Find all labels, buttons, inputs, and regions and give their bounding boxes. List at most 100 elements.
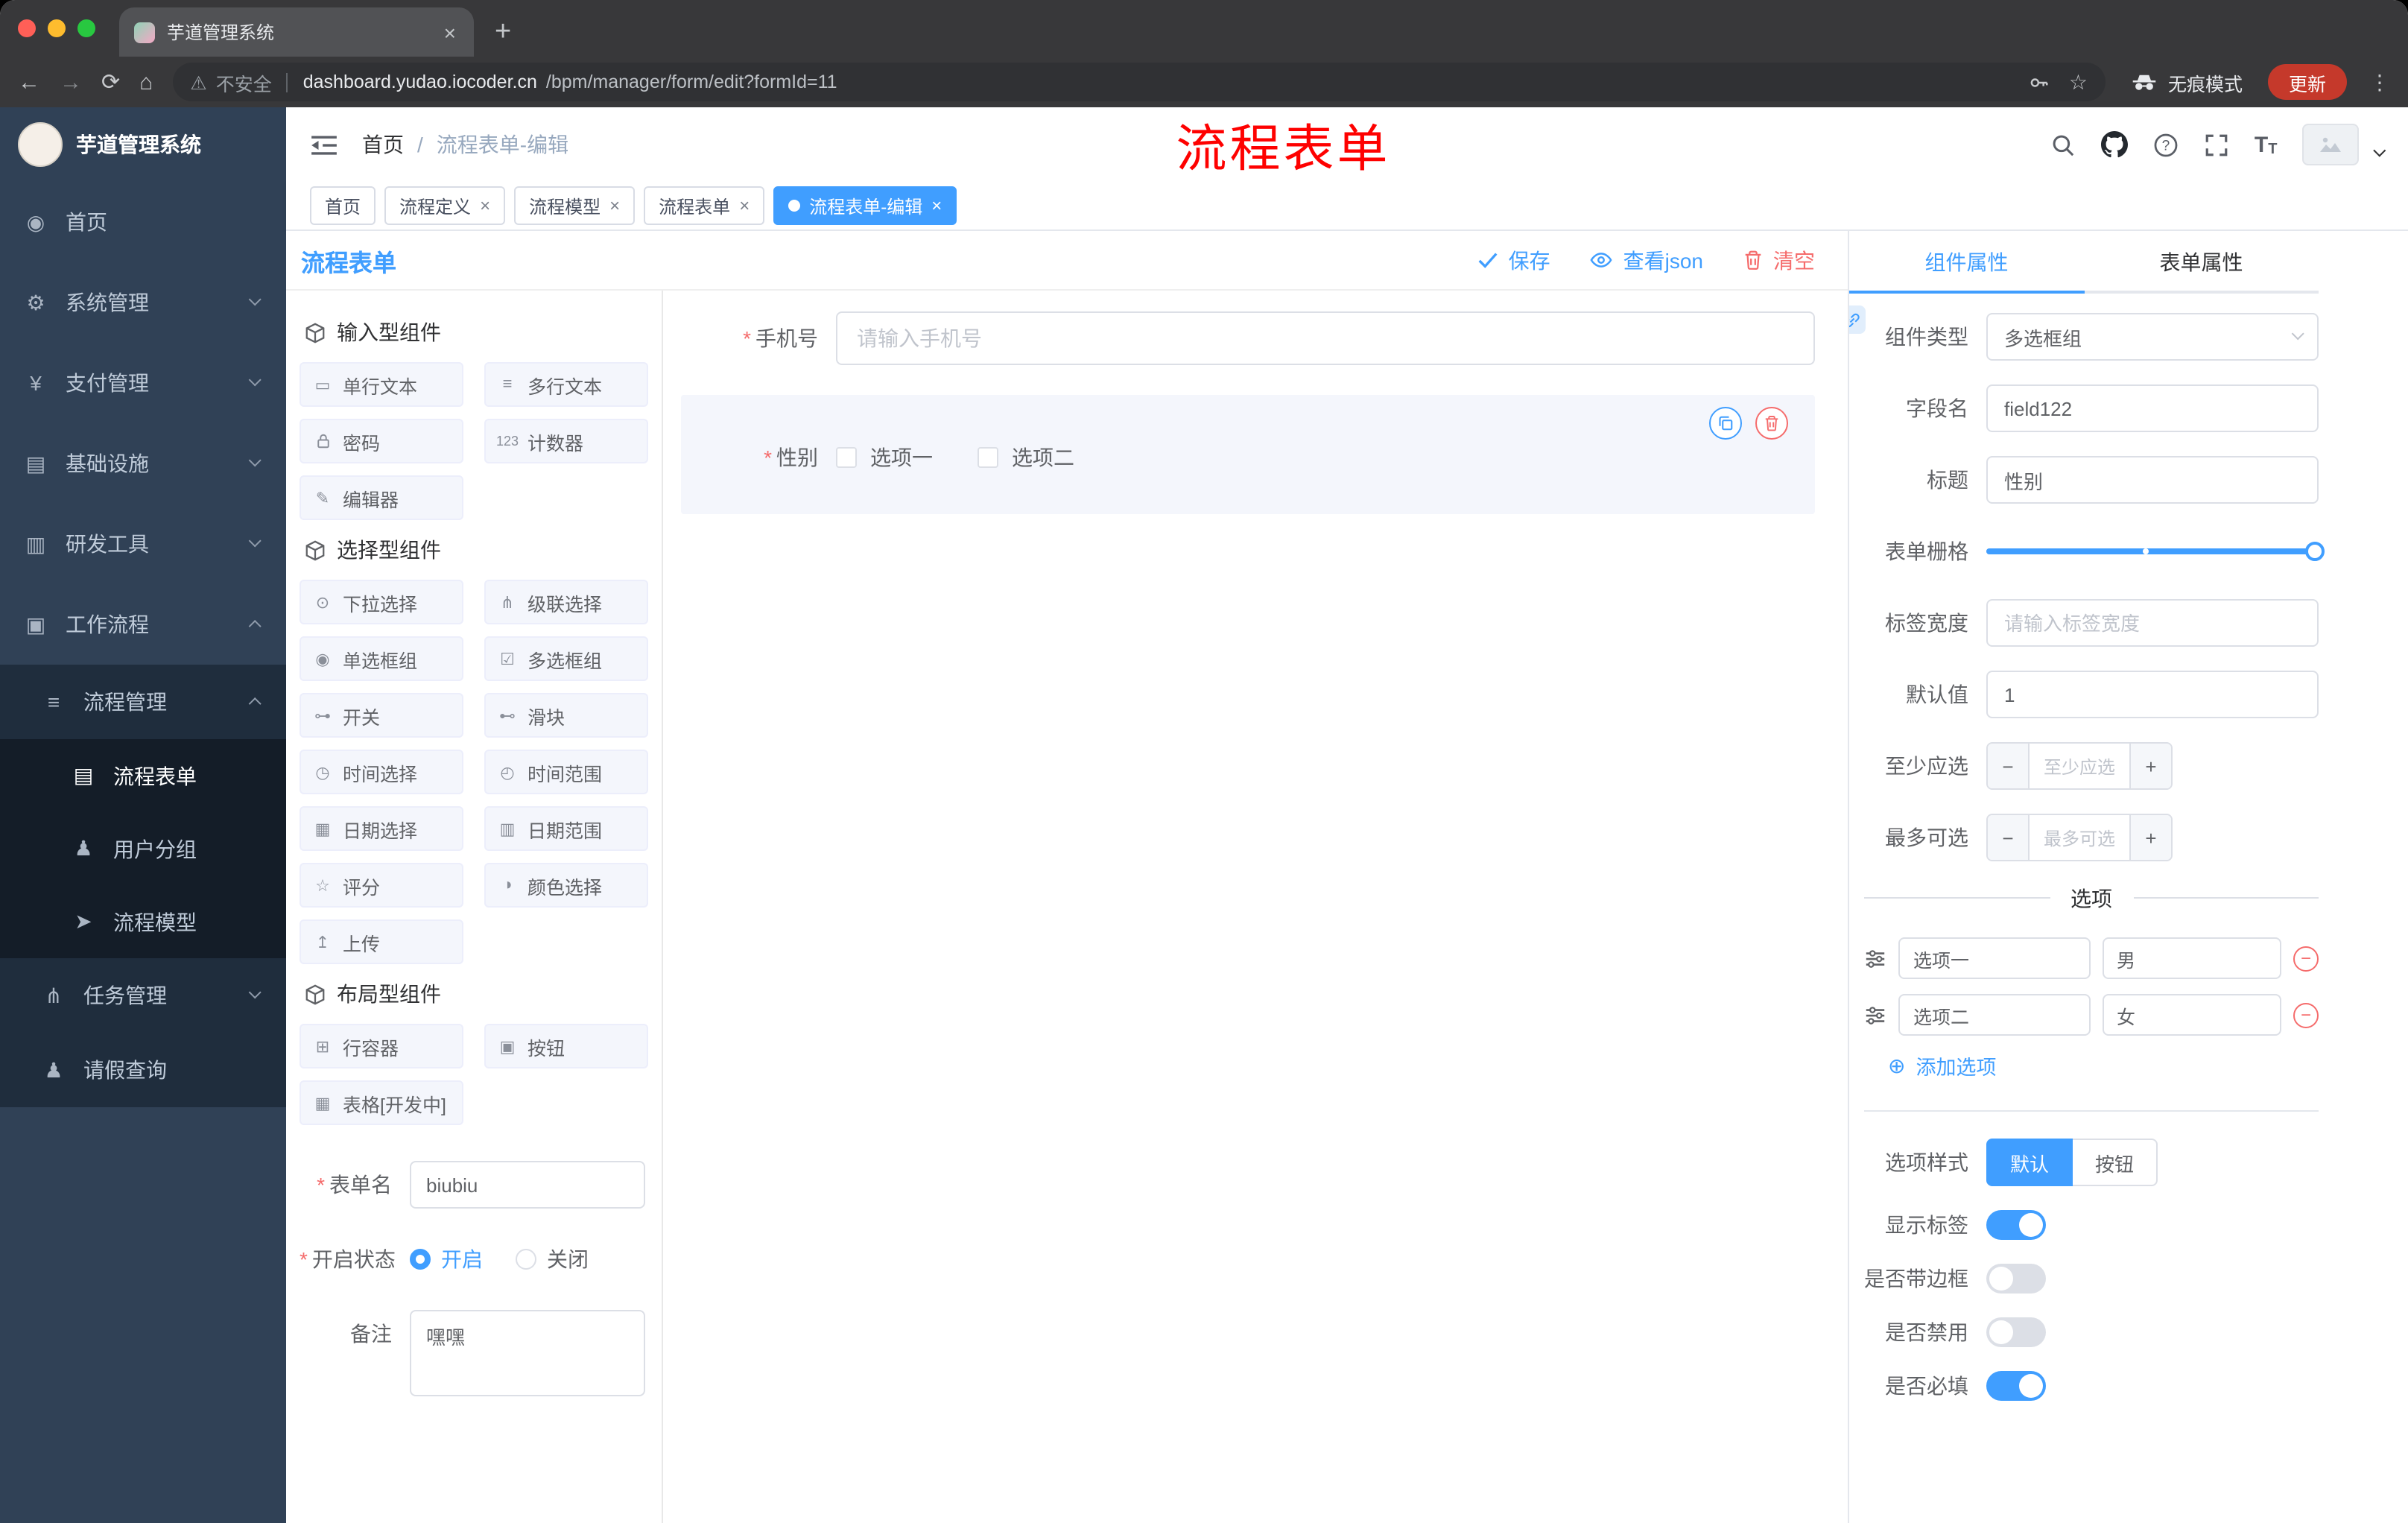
palette-item-rate[interactable]: ☆ 评分 [300,863,463,908]
palette-item-button[interactable]: ▣ 按钮 [484,1024,648,1068]
palette-item-radio-group[interactable]: ◉ 单选框组 [300,636,463,681]
sidebar-item-infra[interactable]: ▤ 基础设施 [0,423,286,504]
sidebar-item-leave-query[interactable]: ♟ 请假查询 [0,1033,286,1107]
tag-close-icon[interactable]: × [931,197,942,215]
gender-option2-checkbox[interactable]: 选项二 [978,443,1074,472]
sidebar-item-devtools[interactable]: ▥ 研发工具 [0,504,286,584]
view-json-button[interactable]: 查看json [1589,245,1703,275]
security-label[interactable]: 不安全 [216,68,272,96]
palette-item-checkbox-group[interactable]: ☑ 多选框组 [484,636,648,681]
minimize-window-button[interactable] [48,19,66,37]
gender-option1-checkbox[interactable]: 选项一 [836,443,933,472]
max-select-value[interactable]: 最多可选 [2030,815,2129,860]
palette-item-time-picker[interactable]: ◷ 时间选择 [300,750,463,794]
sidebar-item-payment[interactable]: ¥ 支付管理 [0,343,286,423]
sidebar-item-workflow[interactable]: ▣ 工作流程 [0,584,286,665]
help-icon[interactable]: ? [2153,132,2179,157]
sidebar-item-system[interactable]: ⚙ 系统管理 [0,262,286,343]
palette-item-switch[interactable]: ⊶ 开关 [300,693,463,738]
status-on-radio[interactable]: 开启 [410,1235,483,1283]
form-remark-textarea[interactable]: 嘿嘿 [410,1310,645,1396]
browser-tab[interactable]: 芋道管理系统 × [119,7,474,57]
fullscreen-icon[interactable] [2204,132,2229,157]
increase-button[interactable]: + [2129,744,2171,788]
user-avatar[interactable] [2302,124,2360,165]
browser-menu-icon[interactable]: ⋮ [2369,69,2390,95]
palette-item-table[interactable]: ▦ 表格[开发中] [300,1080,463,1125]
palette-item-password[interactable]: 密码 [300,419,463,463]
reload-icon[interactable]: ⟳ [101,71,120,93]
disabled-toggle[interactable] [1986,1317,2046,1347]
sidebar-item-process-mgmt[interactable]: ≡ 流程管理 [0,665,286,739]
sidebar-item-home[interactable]: ◉ 首页 [0,182,286,262]
field-name-input[interactable] [1986,384,2319,432]
slider-handle[interactable] [2305,542,2325,561]
sidebar-item-process-form[interactable]: ▤ 流程表单 [0,739,286,812]
tab-close-icon[interactable]: × [441,19,459,45]
palette-item-counter[interactable]: 123 计数器 [484,419,648,463]
label-width-input[interactable] [1986,599,2319,647]
phone-input[interactable] [836,311,1815,365]
github-icon[interactable] [2100,131,2128,158]
default-value-input[interactable] [1986,671,2319,718]
min-select-value[interactable]: 至少应选 [2030,744,2129,788]
remove-option-button[interactable]: − [2293,946,2319,971]
tag-close-icon[interactable]: × [609,197,620,215]
tab-form-props[interactable]: 表单属性 [2084,231,2319,291]
sidebar-item-user-group[interactable]: ♟ 用户分组 [0,812,286,885]
font-size-icon[interactable]: TT [2255,132,2278,157]
sidebar-item-task-mgmt[interactable]: ⋔ 任务管理 [0,958,286,1033]
add-option-button[interactable]: ⊕ 添加选项 [1888,1051,2319,1080]
form-canvas[interactable]: * 手机号 请输入手机号 * 性别 选项一 选项二 [663,291,1848,1523]
show-label-toggle[interactable] [1986,1210,2046,1240]
option2-value-input[interactable] [2102,994,2281,1036]
phone-field-row[interactable]: * 手机号 [681,311,1815,365]
component-type-select[interactable]: 多选框组 [1986,313,2319,361]
tag-close-icon[interactable]: × [739,197,750,215]
option1-value-input[interactable] [2102,937,2281,979]
selected-checkbox-widget[interactable]: * 性别 选项一 选项二 [681,395,1815,514]
palette-item-upload[interactable]: ↥ 上传 [300,919,463,964]
tag-close-icon[interactable]: × [480,197,490,215]
address-bar[interactable]: ⚠ 不安全 dashboard.yudao.iocoder.cn /bpm/ma… [172,63,2106,101]
field-link-button[interactable] [1849,305,1866,334]
browser-update-button[interactable]: 更新 [2267,64,2347,100]
tag-home[interactable]: 首页 [310,186,376,225]
palette-item-multi-text[interactable]: ≡ 多行文本 [484,362,648,407]
remove-option-button[interactable]: − [2293,1002,2319,1028]
back-icon[interactable]: ← [18,71,40,93]
style-button-button[interactable]: 按钮 [2073,1139,2158,1186]
increase-button[interactable]: + [2129,815,2171,860]
key-icon[interactable] [2029,71,2051,93]
palette-item-row-container[interactable]: ⊞ 行容器 [300,1024,463,1068]
palette-item-dropdown[interactable]: ⊙ 下拉选择 [300,580,463,624]
collapse-sidebar-icon[interactable] [310,133,338,156]
palette-item-slider[interactable]: ⊷ 滑块 [484,693,648,738]
decrease-button[interactable]: − [1988,744,2030,788]
decrease-button[interactable]: − [1988,815,2030,860]
sidebar-item-process-model[interactable]: ➤ 流程模型 [0,885,286,958]
palette-item-time-range[interactable]: ◴ 时间范围 [484,750,648,794]
option2-label-input[interactable] [1898,994,2091,1036]
tab-component-props[interactable]: 组件属性 [1849,231,2084,294]
option1-label-input[interactable] [1898,937,2091,979]
palette-item-color-picker[interactable]: ◑ 颜色选择 [484,863,648,908]
title-input[interactable] [1986,456,2319,504]
tag-process-form-edit[interactable]: 流程表单-编辑 × [773,186,957,225]
palette-item-date-picker[interactable]: ▦ 日期选择 [300,806,463,851]
palette-item-editor[interactable]: ✎ 编辑器 [300,475,463,520]
save-button[interactable]: 保存 [1477,245,1550,275]
palette-item-cascader[interactable]: ⋔ 级联选择 [484,580,648,624]
copy-widget-button[interactable] [1709,407,1742,440]
search-icon[interactable] [2050,132,2076,157]
border-toggle[interactable] [1986,1264,2046,1294]
required-toggle[interactable] [1986,1371,2046,1401]
form-name-input[interactable] [410,1161,645,1209]
breadcrumb-home[interactable]: 首页 [362,130,404,159]
tag-process-definition[interactable]: 流程定义 × [384,186,506,225]
style-default-button[interactable]: 默认 [1986,1139,2073,1186]
grid-slider[interactable] [1986,528,2325,575]
option-drag-handle-icon[interactable] [1864,947,1886,969]
clear-button[interactable]: 清空 [1742,245,1815,275]
avatar-dropdown-caret-icon[interactable] [2374,144,2386,157]
